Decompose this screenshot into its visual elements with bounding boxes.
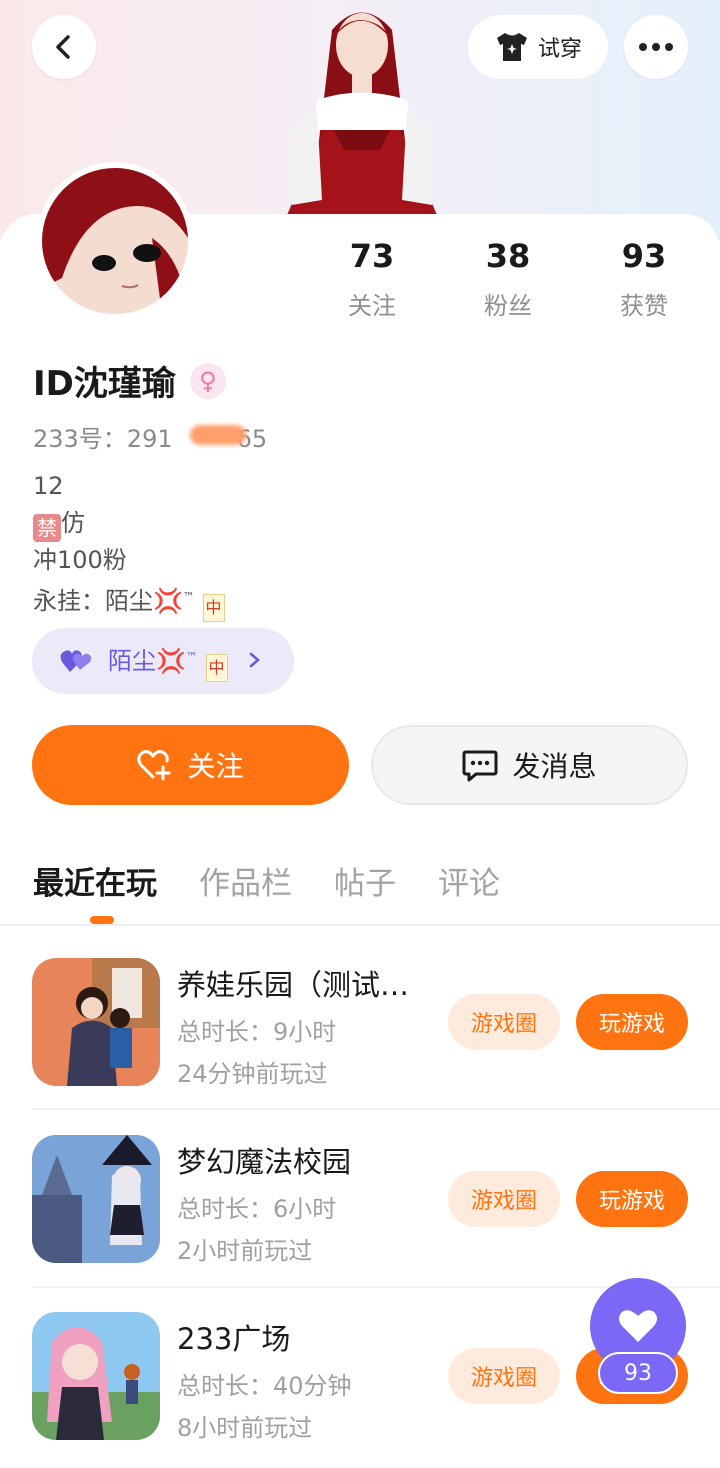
follow-label: 关注 [187,750,244,783]
game-title: 梦幻魔法校园 [177,1145,352,1179]
bio-line: 禁仿 [33,505,225,542]
back-button[interactable] [32,15,96,79]
more-icon [639,43,673,51]
game-title: 233广场 [177,1322,291,1356]
message-label: 发消息 [512,750,597,783]
bio: 12 禁仿 冲100粉 永挂：陌尘💢™ 中 [33,468,225,622]
message-button[interactable]: 发消息 [371,725,688,805]
avatar-3d-figure [287,12,437,215]
try-on-button[interactable]: 试穿 [468,15,608,79]
back-icon [56,35,70,59]
like-count: 93 [598,1352,678,1394]
user-name: ID沈瑾瑜 [33,364,176,404]
game-duration: 总时长：9小时 [177,1018,337,1046]
bio-line: 永挂：陌尘💢™ 中 [33,579,225,622]
game-last-played: 8小时前玩过 [177,1414,313,1442]
game-icon [32,1312,160,1440]
mahjong-icon: 中 [202,594,225,622]
divider [32,1108,720,1110]
more-button[interactable] [624,15,688,79]
ban-emoji: 禁 [33,514,61,542]
tshirt-icon [496,33,527,61]
game-duration: 总时长：6小时 [177,1195,337,1223]
tab-works[interactable]: 作品栏 [199,858,292,903]
stat-label: 获赞 [620,292,668,320]
game-last-played: 24分钟前玩过 [177,1060,328,1088]
redaction-mark [190,425,246,445]
stat-value: 93 [621,237,667,275]
name-row: ID沈瑾瑜 ♀ [33,356,226,405]
game-circle-button[interactable]: 游戏圈 [448,1348,560,1404]
user-id-prefix: 233号：291 [33,425,173,453]
stat-likes[interactable]: 93 获赞 [576,236,712,321]
game-icon [32,1135,160,1263]
profile-tabs: 最近在玩 作品栏 帖子 评论 [33,858,542,903]
double-heart-icon [60,650,92,672]
chevron-right-icon [249,652,260,668]
stat-value: 73 [349,237,395,275]
chat-icon [462,750,498,782]
game-duration: 总时长：40分钟 [177,1372,352,1400]
heart-icon [619,1310,657,1342]
family-pill[interactable]: 陌尘💢™ 中 [32,628,294,694]
active-tab-indicator [90,916,114,924]
avatar[interactable] [36,162,194,320]
stat-label: 关注 [348,292,396,320]
female-icon: ♀ [189,362,226,399]
stats-row: 73 关注 38 粉丝 93 获赞 [304,236,712,321]
bio-line: 12 [33,472,64,500]
stat-following[interactable]: 73 关注 [304,236,440,321]
tab-recent-played[interactable]: 最近在玩 [33,858,157,903]
avatar-image [42,168,188,314]
play-game-button[interactable]: 玩游戏 [576,994,688,1050]
bio-line: 冲100粉 [33,546,127,574]
tab-comments[interactable]: 评论 [438,858,500,903]
game-last-played: 2小时前玩过 [177,1237,313,1265]
game-icon [32,958,160,1086]
game-title: 养娃乐园（测试… [177,968,410,1002]
try-on-label: 试穿 [537,37,582,62]
family-label: 陌尘💢™ 中 [108,641,228,682]
stat-fans[interactable]: 38 粉丝 [440,236,576,321]
tab-posts[interactable]: 帖子 [334,858,396,903]
divider [0,924,720,926]
list-item[interactable]: 233广场 总时长：40分钟 8小时前玩过 游戏圈 玩游戏 [32,1312,688,1468]
anger-icon: 💢 [153,587,183,615]
follow-button[interactable]: 关注 [32,725,349,805]
play-game-button[interactable]: 玩游戏 [576,1171,688,1227]
heart-plus-icon [137,750,171,781]
stat-label: 粉丝 [484,292,532,320]
game-circle-button[interactable]: 游戏圈 [448,1171,560,1227]
game-circle-button[interactable]: 游戏圈 [448,994,560,1050]
stat-value: 38 [485,237,531,275]
